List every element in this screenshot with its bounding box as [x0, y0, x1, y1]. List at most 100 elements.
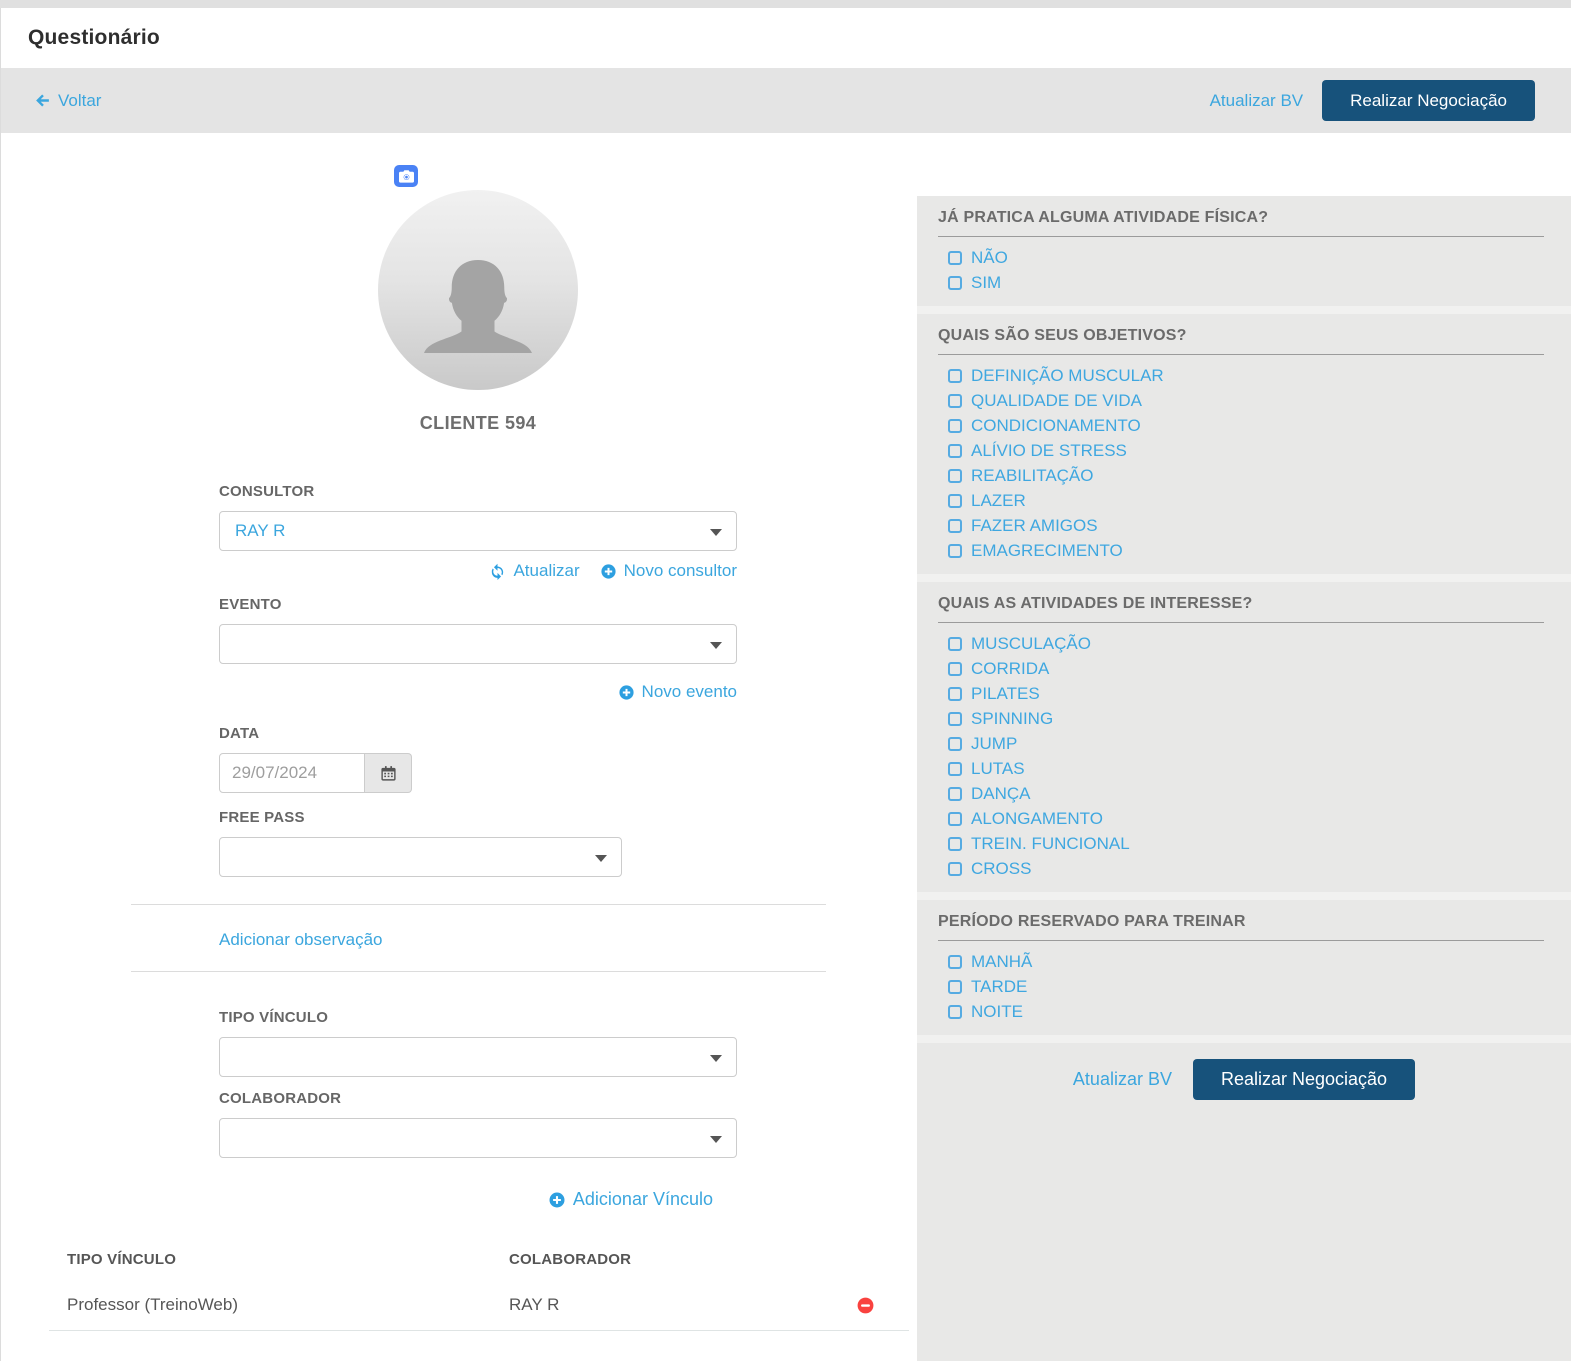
plus-circle-icon [618, 684, 635, 701]
checkbox-icon[interactable] [948, 762, 962, 776]
evento-select[interactable] [219, 624, 737, 664]
plus-circle-icon [548, 1191, 566, 1209]
checkbox-icon[interactable] [948, 787, 962, 801]
checkbox-label: ALONGAMENTO [971, 809, 1103, 829]
checkbox-icon[interactable] [948, 737, 962, 751]
checkbox-icon[interactable] [948, 980, 962, 994]
checkbox-label: CONDICIONAMENTO [971, 416, 1141, 436]
questionnaire-footer: Atualizar BV Realizar Negociação [917, 1043, 1571, 1361]
checkbox-icon[interactable] [948, 251, 962, 265]
checkbox-option[interactable]: LAZER [948, 488, 1544, 513]
free-pass-label: FREE PASS [219, 809, 737, 826]
checkbox-icon[interactable] [948, 394, 962, 408]
checkbox-option[interactable]: NÃO [948, 245, 1544, 270]
avatar [378, 190, 578, 390]
caret-down-icon [595, 855, 607, 862]
colaborador-select[interactable] [219, 1118, 737, 1158]
checkbox-option[interactable]: PILATES [948, 681, 1544, 706]
checkbox-option[interactable]: MUSCULAÇÃO [948, 631, 1544, 656]
checkbox-label: NÃO [971, 248, 1008, 268]
checkbox-option[interactable]: DEFINIÇÃO MUSCULAR [948, 363, 1544, 388]
checkbox-option[interactable]: LUTAS [948, 756, 1544, 781]
update-bv-link-top[interactable]: Atualizar BV [1210, 91, 1304, 111]
checkbox-option[interactable]: ALÍVIO DE STRESS [948, 438, 1544, 463]
caret-down-icon [710, 1055, 722, 1062]
checkbox-icon[interactable] [948, 519, 962, 533]
checkbox-option[interactable]: JUMP [948, 731, 1544, 756]
table-header-tipo-vinculo: TIPO VÍNCULO [67, 1251, 509, 1268]
checkbox-option[interactable]: FAZER AMIGOS [948, 513, 1544, 538]
consultor-select[interactable]: RAY R [219, 511, 737, 551]
colaborador-label: COLABORADOR [219, 1090, 737, 1107]
checkbox-option[interactable]: CROSS [948, 856, 1544, 881]
checkbox-label: QUALIDADE DE VIDA [971, 391, 1142, 411]
checkbox-option[interactable]: EMAGRECIMENTO [948, 538, 1544, 563]
new-consultor-link[interactable]: Novo consultor [600, 561, 737, 581]
table-header-colaborador: COLABORADOR [509, 1251, 631, 1268]
checkbox-label: DANÇA [971, 784, 1031, 804]
checkbox-icon[interactable] [948, 687, 962, 701]
checkbox-label: FAZER AMIGOS [971, 516, 1098, 536]
checkbox-icon[interactable] [948, 1005, 962, 1019]
checkbox-option[interactable]: ALONGAMENTO [948, 806, 1544, 831]
calendar-icon[interactable] [365, 753, 412, 793]
checkbox-icon[interactable] [948, 419, 962, 433]
minus-circle-icon[interactable] [856, 1296, 875, 1315]
checkbox-label: TARDE [971, 977, 1027, 997]
checkbox-icon[interactable] [948, 712, 962, 726]
checkbox-option[interactable]: CORRIDA [948, 656, 1544, 681]
checkbox-option[interactable]: SIM [948, 270, 1544, 295]
questionnaire-section: JÁ PRATICA ALGUMA ATIVIDADE FÍSICA? NÃO SI… [917, 196, 1571, 306]
questionnaire-section: PERÍODO RESERVADO PARA TREINARMANHÃTARDE… [917, 900, 1571, 1035]
add-vinculo-link[interactable]: Adicionar Vínculo [548, 1189, 713, 1210]
checkbox-option[interactable]: NOITE [948, 999, 1544, 1024]
checkbox-option[interactable]: REABILITAÇÃO [948, 463, 1544, 488]
divider [131, 971, 826, 972]
checkbox-icon[interactable] [948, 444, 962, 458]
camera-icon[interactable] [394, 165, 418, 187]
table-row: Professor (TreinoWeb)RAY R [1, 1295, 917, 1315]
caret-down-icon [710, 642, 722, 649]
checkbox-label: SIM [971, 273, 1001, 293]
checkbox-icon[interactable] [948, 955, 962, 969]
update-bv-link-bottom[interactable]: Atualizar BV [1073, 1069, 1172, 1090]
checkbox-icon[interactable] [948, 369, 962, 383]
checkbox-option[interactable]: SPINNING [948, 706, 1544, 731]
free-pass-select[interactable] [219, 837, 622, 877]
new-evento-link[interactable]: Novo evento [618, 682, 737, 702]
checkbox-icon[interactable] [948, 862, 962, 876]
page-header: Questionário [1, 8, 1571, 68]
checkbox-icon[interactable] [948, 544, 962, 558]
divider [131, 904, 826, 905]
realizar-negociacao-button-top[interactable]: Realizar Negociação [1322, 80, 1535, 121]
section-title: JÁ PRATICA ALGUMA ATIVIDADE FÍSICA? [938, 209, 1544, 227]
checkbox-icon[interactable] [948, 812, 962, 826]
profile-photo-block [219, 165, 737, 397]
realizar-negociacao-button-bottom[interactable]: Realizar Negociação [1193, 1059, 1415, 1100]
caret-down-icon [710, 1136, 722, 1143]
checkbox-icon[interactable] [948, 494, 962, 508]
checkbox-option[interactable]: CONDICIONAMENTO [948, 413, 1544, 438]
checkbox-option[interactable]: MANHÃ [948, 949, 1544, 974]
checkbox-icon[interactable] [948, 662, 962, 676]
tipo-vinculo-select[interactable] [219, 1037, 737, 1077]
checkbox-label: EMAGRECIMENTO [971, 541, 1123, 561]
checkbox-label: MANHÃ [971, 952, 1032, 972]
checkbox-option[interactable]: TREIN. FUNCIONAL [948, 831, 1544, 856]
refresh-consultor-link[interactable]: Atualizar [489, 561, 579, 581]
checkbox-option[interactable]: QUALIDADE DE VIDA [948, 388, 1544, 413]
checkbox-option[interactable]: TARDE [948, 974, 1544, 999]
checkbox-label: PILATES [971, 684, 1040, 704]
checkbox-option[interactable]: DANÇA [948, 781, 1544, 806]
checkbox-icon[interactable] [948, 837, 962, 851]
checkbox-label: LUTAS [971, 759, 1025, 779]
checkbox-icon[interactable] [948, 469, 962, 483]
checkbox-icon[interactable] [948, 637, 962, 651]
checkbox-icon[interactable] [948, 276, 962, 290]
evento-label: EVENTO [219, 596, 737, 613]
date-input[interactable]: 29/07/2024 [219, 753, 365, 793]
checkbox-label: CROSS [971, 859, 1031, 879]
checkbox-label: SPINNING [971, 709, 1053, 729]
add-observation-link[interactable]: Adicionar observação [219, 930, 382, 950]
back-link[interactable]: Voltar [34, 91, 101, 111]
